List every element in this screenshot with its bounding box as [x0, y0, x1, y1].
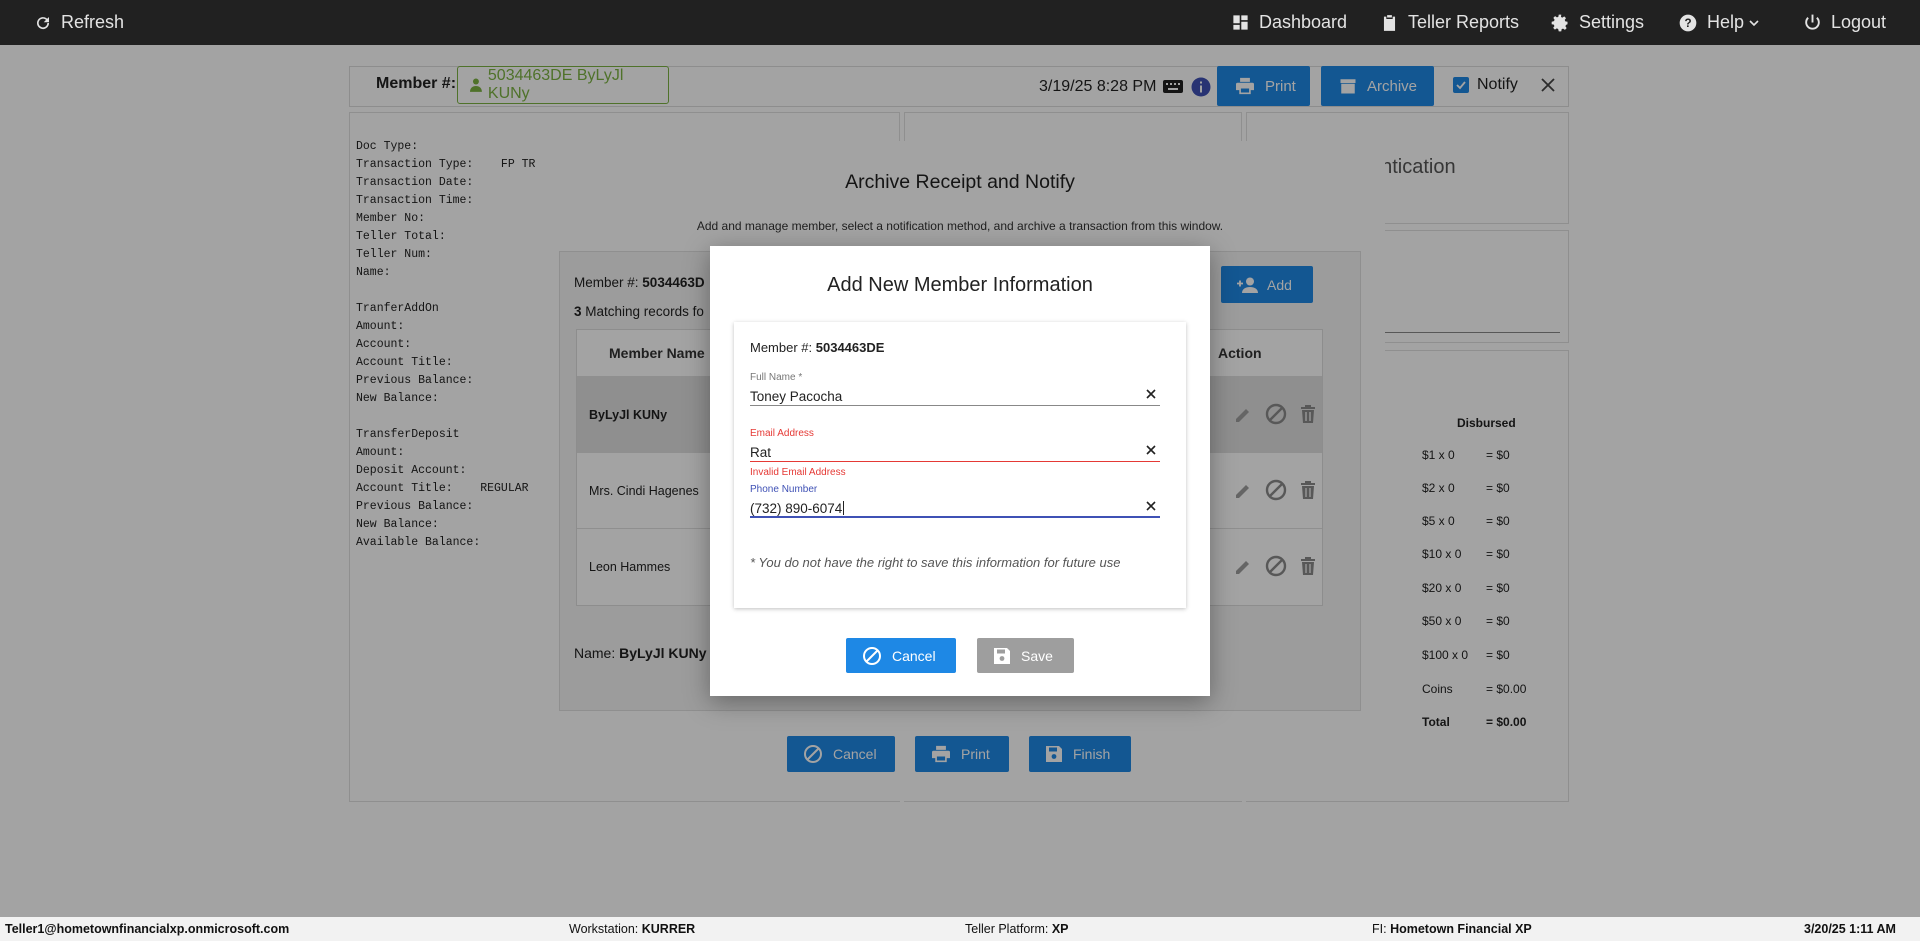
clear-icon[interactable] [1146, 501, 1156, 511]
dialog-cancel-label: Cancel [892, 647, 936, 664]
nav-dashboard[interactable]: Dashboard [1231, 0, 1347, 45]
dialog-member-value: 5034463DE [815, 340, 885, 355]
dashboard-icon [1233, 15, 1248, 30]
status-platform-label: Teller Platform: [965, 922, 1049, 936]
nav-help-label: Help [1707, 12, 1745, 32]
nav-teller-reports[interactable]: Teller Reports [1380, 0, 1519, 45]
phone-field: Phone Number (732) 890-6074 [750, 484, 1160, 518]
email-field: Email Address Rat Invalid Email Address [750, 428, 1160, 478]
save-icon [994, 647, 1010, 664]
dialog-title: Add New Member Information [827, 274, 1093, 296]
status-workstation-label: Workstation: [569, 922, 639, 936]
status-fi-label: FI: [1372, 922, 1387, 936]
full-name-input[interactable]: Toney Pacocha [750, 384, 1160, 406]
text-caret [843, 501, 845, 515]
nav-settings-label: Settings [1579, 12, 1645, 32]
status-workstation-value: KURRER [641, 922, 696, 936]
clear-icon[interactable] [1146, 445, 1156, 455]
phone-label: Phone Number [750, 484, 818, 495]
svg-text:?: ? [1684, 17, 1691, 30]
clipboard-icon [1383, 14, 1396, 31]
phone-value: (732) 890-6074 [750, 501, 843, 516]
status-datetime: 3/20/25 1:11 AM [1804, 922, 1896, 936]
full-name-value: Toney Pacocha [750, 389, 843, 404]
status-bar: Teller1@hometownfinancialxp.onmicrosoft.… [0, 917, 1920, 941]
dialog-cancel-button[interactable]: Cancel [846, 638, 956, 673]
clear-icon[interactable] [1146, 389, 1156, 399]
email-label: Email Address [750, 428, 814, 439]
email-input[interactable]: Rat [750, 440, 1160, 462]
status-workstation: Workstation: KURRER [569, 922, 695, 936]
refresh-icon [37, 16, 50, 29]
nav-help[interactable]: ? Help [1678, 0, 1769, 45]
status-fi-value: Hometown Financial XP [1390, 922, 1532, 936]
dialog-save-button[interactable]: Save [977, 638, 1074, 673]
nav-dashboard-label: Dashboard [1259, 12, 1348, 32]
nav-logout[interactable]: Logout [1803, 0, 1886, 45]
gear-icon [1551, 14, 1568, 31]
email-error: Invalid Email Address [750, 467, 846, 478]
email-value: Rat [750, 445, 772, 460]
status-user: Teller1@hometownfinancialxp.onmicrosoft.… [5, 922, 290, 936]
nav-settings[interactable]: Settings [1550, 0, 1644, 45]
cancel-icon [863, 646, 881, 665]
phone-input[interactable]: (732) 890-6074 [750, 496, 1160, 518]
chevron-down-icon [1749, 19, 1759, 26]
dialog-save-label: Save [1021, 647, 1053, 664]
status-fi: FI: Hometown Financial XP [1372, 922, 1532, 936]
status-platform: Teller Platform: XP [965, 922, 1069, 936]
dialog-member-number: Member #: 5034463DE [750, 340, 884, 355]
top-nav: Refresh Dashboard Teller Reports Setting… [0, 0, 1920, 45]
status-platform-value: XP [1051, 922, 1069, 936]
dialog-member-label: Member #: [750, 340, 813, 355]
nav-logout-label: Logout [1831, 12, 1887, 32]
save-rights-notice: * You do not have the right to save this… [750, 555, 1121, 570]
help-icon: ? [1679, 14, 1697, 31]
refresh-button[interactable]: Refresh [34, 0, 124, 45]
add-member-dialog: Add New Member Information Member #: 503… [710, 246, 1210, 696]
full-name-field: Full Name * Toney Pacocha [750, 372, 1160, 406]
refresh-label: Refresh [61, 12, 125, 32]
nav-teller-reports-label: Teller Reports [1408, 12, 1520, 32]
full-name-label: Full Name * [750, 372, 803, 383]
power-icon [1805, 14, 1820, 30]
